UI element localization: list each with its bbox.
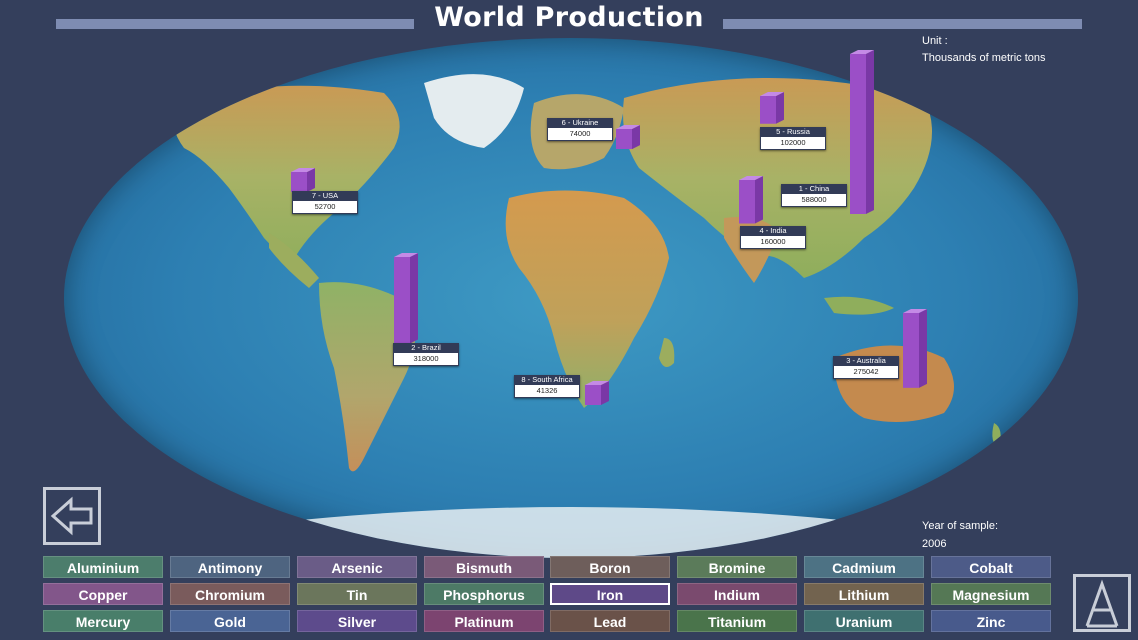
mineral-button-zinc[interactable]: Zinc [931, 610, 1051, 632]
mineral-button-phosphorus[interactable]: Phosphorus [424, 583, 544, 605]
country-value: 160000 [740, 236, 806, 249]
production-bar [394, 253, 418, 344]
country-name: 7 - USA [292, 191, 358, 201]
country-name: 4 - India [740, 226, 806, 236]
mineral-button-gold[interactable]: Gold [170, 610, 290, 632]
mineral-button-bromine[interactable]: Bromine [677, 556, 797, 578]
country-value: 52700 [292, 201, 358, 214]
unit-value: Thousands of metric tons [922, 52, 1046, 64]
country-name: 2 - Brazil [393, 343, 459, 353]
country-callout: 5 - Russia 102000 [760, 127, 826, 150]
mineral-button-indium[interactable]: Indium [677, 583, 797, 605]
country-name: 1 - China [781, 184, 847, 194]
production-bar [739, 176, 763, 224]
production-bar [850, 50, 874, 214]
country-name: 3 - Australia [833, 356, 899, 366]
country-callout: 3 - Australia 275042 [833, 356, 899, 379]
mineral-button-mercury[interactable]: Mercury [43, 610, 163, 632]
country-callout: 2 - Brazil 318000 [393, 343, 459, 366]
mineral-button-uranium[interactable]: Uranium [804, 610, 924, 632]
back-button[interactable] [43, 487, 101, 545]
mineral-button-bismuth[interactable]: Bismuth [424, 556, 544, 578]
year-value: 2006 [922, 538, 947, 550]
country-value: 74000 [547, 128, 613, 141]
country-callout: 8 - South Africa 41326 [514, 375, 580, 398]
page-title: World Production [434, 2, 704, 33]
production-bar [585, 381, 609, 405]
country-callout: 1 - China 588000 [781, 184, 847, 207]
country-name: 6 - Ukraine [547, 118, 613, 128]
country-callout: 6 - Ukraine 74000 [547, 118, 613, 141]
mineral-button-arsenic[interactable]: Arsenic [297, 556, 417, 578]
mineral-button-iron[interactable]: Iron [550, 583, 670, 605]
country-name: 5 - Russia [760, 127, 826, 137]
mineral-button-tin[interactable]: Tin [297, 583, 417, 605]
mineral-button-lead[interactable]: Lead [550, 610, 670, 632]
mineral-button-aluminium[interactable]: Aluminium [43, 556, 163, 578]
production-bar [291, 168, 315, 192]
year-label: Year of sample: [922, 520, 999, 532]
country-value: 102000 [760, 137, 826, 150]
country-value: 275042 [833, 366, 899, 379]
mineral-button-magnesium[interactable]: Magnesium [931, 583, 1051, 605]
mineral-button-lithium[interactable]: Lithium [804, 583, 924, 605]
country-value: 588000 [781, 194, 847, 207]
mineral-button-cadmium[interactable]: Cadmium [804, 556, 924, 578]
world-map [64, 38, 1078, 558]
mineral-button-antimony[interactable]: Antimony [170, 556, 290, 578]
country-callout: 4 - India 160000 [740, 226, 806, 249]
country-callout: 7 - USA 52700 [292, 191, 358, 214]
production-bar [760, 92, 784, 124]
unit-label: Unit : [922, 35, 948, 47]
continents-shape [172, 74, 1001, 558]
production-bar [903, 309, 927, 388]
mineral-button-boron[interactable]: Boron [550, 556, 670, 578]
mineral-button-titanium[interactable]: Titanium [677, 610, 797, 632]
app-logo-icon [1073, 574, 1131, 632]
production-bar [616, 124, 640, 149]
mineral-button-chromium[interactable]: Chromium [170, 583, 290, 605]
back-arrow-icon [43, 487, 101, 545]
mineral-button-silver[interactable]: Silver [297, 610, 417, 632]
country-value: 41326 [514, 385, 580, 398]
country-name: 8 - South Africa [514, 375, 580, 385]
mineral-button-cobalt[interactable]: Cobalt [931, 556, 1051, 578]
mineral-button-copper[interactable]: Copper [43, 583, 163, 605]
country-value: 318000 [393, 353, 459, 366]
mineral-button-platinum[interactable]: Platinum [424, 610, 544, 632]
